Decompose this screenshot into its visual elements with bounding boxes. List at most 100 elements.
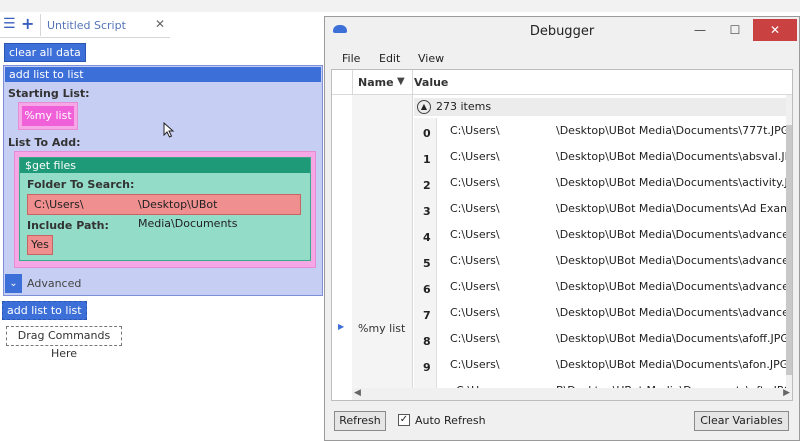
item-path-prefix: C:\Users\ <box>450 124 500 137</box>
item-path-suffix: \Desktop\UBot Media\Documents\advancedte… <box>556 280 788 293</box>
item-index: 1 <box>423 153 431 166</box>
minimize-icon[interactable]: — <box>683 19 717 41</box>
folder-path-prefix: C:\Users\ <box>34 198 84 211</box>
list-to-add-param[interactable]: $get files Folder To Search: C:\Users\ \… <box>14 151 316 268</box>
list-item[interactable]: 2 C:\Users\ \Desktop\UBot Media\Document… <box>414 170 788 196</box>
my-list-variable[interactable]: %my list <box>22 106 74 126</box>
name-header-label: Name <box>358 76 394 89</box>
add-list-to-list-button[interactable]: add list to list <box>2 301 87 320</box>
list-item[interactable]: 0 C:\Users\ \Desktop\UBot Media\Document… <box>414 118 788 144</box>
menu-edit[interactable]: Edit <box>379 52 400 65</box>
item-path-prefix: C:\Users\ <box>450 280 500 293</box>
scroll-left-icon[interactable]: ◀ <box>354 388 361 398</box>
collapse-up-icon[interactable]: ▲ <box>417 100 431 114</box>
advanced-toggle[interactable]: ⌄ Advanced <box>5 274 321 293</box>
editor-tabbar: ☰ + Untitled Script ✕ <box>0 12 171 38</box>
item-path-suffix: \Desktop\UBot Media\Documents\Ad Example… <box>556 202 788 215</box>
name-column-header[interactable]: Name ▼ <box>352 70 413 94</box>
item-path-suffix: \Desktop\UBot Media\Documents\777t.JPG <box>556 124 788 137</box>
item-path-prefix: C:\Users\ <box>450 228 500 241</box>
debugger-titlebar[interactable]: Debugger — ☐ ✕ <box>325 17 799 47</box>
item-path-prefix: C:\Users\ <box>450 254 500 267</box>
chevron-down-icon[interactable]: ⌄ <box>5 274 22 293</box>
item-index: 0 <box>423 127 431 140</box>
item-index: 7 <box>423 309 431 322</box>
close-icon[interactable]: ✕ <box>753 19 797 41</box>
list-item[interactable]: 5 C:\Users\ \Desktop\UBot Media\Document… <box>414 248 788 274</box>
list-items: 0 C:\Users\ \Desktop\UBot Media\Document… <box>414 118 788 396</box>
item-index: 8 <box>423 335 431 348</box>
items-count: 273 items <box>436 100 492 113</box>
include-path-field[interactable]: Yes <box>27 235 53 255</box>
add-list-to-list-command[interactable]: add list to list Starting List: %my list… <box>3 65 323 296</box>
tab-title: Untitled Script <box>47 19 126 32</box>
get-files-function[interactable]: $get files Folder To Search: C:\Users\ \… <box>19 157 311 261</box>
row-pointer-icon: ▶ <box>338 322 345 331</box>
value-column-header[interactable]: Value <box>414 76 448 89</box>
horizontal-scrollbar[interactable]: ◀ ▶ <box>352 388 792 400</box>
item-path-prefix: C:\Users\ <box>450 176 500 189</box>
item-index: 4 <box>423 231 431 244</box>
new-tab-plus-icon[interactable]: + <box>21 15 34 33</box>
variables-grid: Name ▼ Value ▶ %my list ▲ 273 items 0 C:… <box>331 69 793 401</box>
item-index: 6 <box>423 283 431 296</box>
refresh-button[interactable]: Refresh <box>334 411 386 431</box>
item-path-prefix: C:\Users\ <box>450 332 500 345</box>
hamburger-menu-icon[interactable]: ☰ <box>3 17 16 31</box>
list-item[interactable]: 4 C:\Users\ \Desktop\UBot Media\Document… <box>414 222 788 248</box>
item-path-prefix: C:\Users\ <box>450 306 500 319</box>
variable-name-cell[interactable]: %my list <box>358 322 405 335</box>
list-item[interactable]: 9 C:\Users\ \Desktop\UBot Media\Document… <box>414 352 788 378</box>
debugger-footer: Refresh ✓ Auto Refresh Clear Variables <box>325 407 799 440</box>
menu-view[interactable]: View <box>418 52 444 65</box>
list-to-add-label: List To Add: <box>8 136 81 149</box>
item-path-prefix: C:\Users\ <box>450 202 500 215</box>
auto-refresh-label: Auto Refresh <box>415 414 486 427</box>
advanced-label: Advanced <box>27 277 82 290</box>
item-path-suffix: \Desktop\UBot Media\Documents\advancedta… <box>556 254 788 267</box>
item-index: 2 <box>423 179 431 192</box>
clear-variables-button[interactable]: Clear Variables <box>694 411 789 431</box>
filter-icon[interactable]: ▼ <box>397 76 405 87</box>
folder-path-suffix: \Desktop\UBot Media\Documents <box>138 198 238 230</box>
folder-path-field[interactable]: C:\Users\ \Desktop\UBot Media\Documents <box>27 194 301 230</box>
list-item[interactable]: 7 C:\Users\ \Desktop\UBot Media\Document… <box>414 300 788 326</box>
item-index: 3 <box>423 205 431 218</box>
drag-commands-placeholder[interactable]: Drag Commands Here <box>6 326 122 360</box>
tab-close-icon[interactable]: ✕ <box>155 17 165 31</box>
top-strip <box>0 0 800 12</box>
maximize-icon[interactable]: ☐ <box>718 19 752 41</box>
row-header-column <box>332 70 353 94</box>
list-item[interactable]: 1 C:\Users\ \Desktop\UBot Media\Document… <box>414 144 788 170</box>
row-selector-column: ▶ <box>332 95 353 395</box>
tab-untitled-script[interactable]: Untitled Script ✕ <box>40 14 171 36</box>
vertical-scrollbar[interactable] <box>786 95 792 389</box>
item-path-suffix: \Desktop\UBot Media\Documents\afon.JPG <box>556 358 788 371</box>
item-path-suffix: \Desktop\UBot Media\Documents\advancedli… <box>556 228 788 241</box>
item-path-suffix: \Desktop\UBot Media\Documents\afoff.JPG <box>556 332 788 345</box>
auto-refresh-checkbox[interactable]: ✓ <box>398 414 410 426</box>
menu-file[interactable]: File <box>342 52 360 65</box>
item-path-suffix: \Desktop\UBot Media\Documents\advancedte… <box>556 306 788 319</box>
scroll-right-icon[interactable]: ▶ <box>783 388 790 398</box>
command-header[interactable]: add list to list <box>5 67 321 82</box>
list-item[interactable]: 6 C:\Users\ \Desktop\UBot Media\Document… <box>414 274 788 300</box>
item-path-prefix: C:\Users\ <box>450 358 500 371</box>
items-collapse-bar[interactable]: ▲ 273 items <box>414 98 788 116</box>
item-path-suffix: \Desktop\UBot Media\Documents\absval.JPG <box>556 150 788 163</box>
list-item[interactable]: 3 C:\Users\ \Desktop\UBot Media\Document… <box>414 196 788 222</box>
get-files-header[interactable]: $get files <box>20 158 310 173</box>
name-cell-column: %my list <box>352 95 413 395</box>
vertical-scroll-thumb[interactable] <box>786 125 792 375</box>
folder-to-search-label: Folder To Search: <box>27 178 135 191</box>
include-path-label: Include Path: <box>27 219 109 232</box>
grid-header: Name ▼ Value <box>332 70 792 95</box>
item-path-prefix: C:\Users\ <box>450 150 500 163</box>
clear-all-data-button[interactable]: clear all data <box>4 43 86 62</box>
list-item[interactable]: 8 C:\Users\ \Desktop\UBot Media\Document… <box>414 326 788 352</box>
starting-list-label: Starting List: <box>8 87 90 100</box>
starting-list-param[interactable]: %my list <box>18 102 78 130</box>
item-index: 5 <box>423 257 431 270</box>
mouse-cursor-icon <box>163 122 175 138</box>
debugger-window: Debugger — ☐ ✕ File Edit View Name ▼ Val… <box>324 16 800 441</box>
